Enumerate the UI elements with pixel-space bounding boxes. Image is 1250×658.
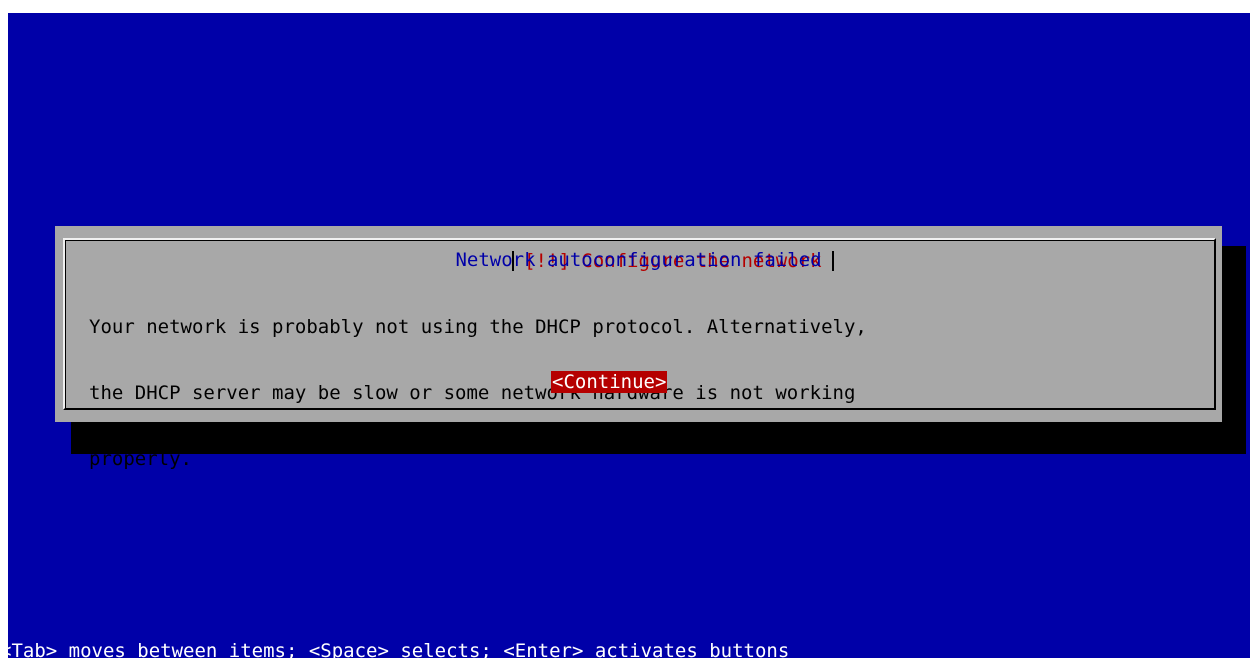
dialog-message: Your network is probably not using the D…: [89, 272, 1189, 514]
keyboard-help-line: <Tab> moves between items; <Space> selec…: [8, 640, 790, 658]
continue-button[interactable]: <Continue>: [551, 371, 668, 393]
installer-screen: [!!] Configure the network Network autoc…: [8, 13, 1250, 658]
message-line: Your network is probably not using the D…: [89, 316, 867, 338]
configure-network-dialog: [!!] Configure the network Network autoc…: [55, 226, 1222, 470]
dialog-subtitle: Network autoconfiguration failed: [455, 249, 822, 271]
message-line: properly.: [89, 448, 192, 470]
